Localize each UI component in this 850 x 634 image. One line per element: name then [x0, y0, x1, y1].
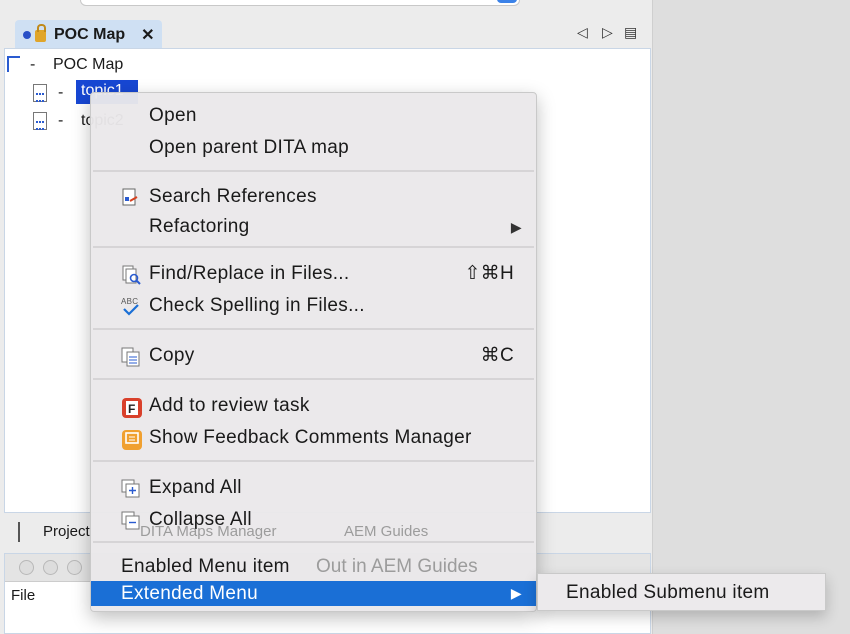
map-tree-icon [7, 56, 20, 72]
menu-item-expand-all[interactable]: Expand All [91, 474, 536, 502]
tree-dash: - [58, 84, 64, 101]
menu-separator [93, 246, 534, 248]
tab-project[interactable]: Project [43, 523, 90, 540]
menu-separator [93, 460, 534, 462]
search-field[interactable] [80, 0, 520, 6]
lock-icon [35, 24, 46, 42]
submenu-arrow-icon: ▶ [510, 219, 522, 235]
menu-label: Enabled Menu item [121, 556, 290, 577]
menu-separator [93, 378, 534, 380]
search-references-icon [121, 188, 141, 208]
shortcut: ⇧⌘H [464, 263, 514, 284]
window-button[interactable] [67, 560, 82, 575]
collapse-all-icon [121, 511, 141, 531]
tree-dash: - [58, 112, 64, 129]
menu-label: Find/Replace in Files... [149, 263, 350, 284]
menu-item-copy[interactable]: Copy ⌘C [91, 342, 536, 370]
menu-item-refactoring[interactable]: Refactoring ▶ [91, 213, 536, 241]
close-icon[interactable]: ✕ [141, 25, 154, 45]
context-menu: Open Open parent DITA map Search Referen… [90, 92, 537, 612]
menu-separator [93, 328, 534, 330]
tree-dash: - [30, 56, 36, 73]
submenu-arrow-icon: ▶ [510, 585, 522, 601]
menu-label: Show Feedback Comments Manager [149, 427, 472, 448]
menu-item-open-parent-dita-map[interactable]: Open parent DITA map [91, 134, 536, 162]
next-icon[interactable]: ▷ [602, 24, 613, 41]
tree-root[interactable]: POC Map [53, 56, 123, 74]
svg-text:F: F [128, 402, 136, 416]
file-column-header: File [11, 587, 36, 604]
review-task-icon: F [121, 397, 142, 418]
menu-item-extended-menu[interactable]: Extended Menu ▶ [91, 581, 536, 606]
shortcut: ⌘C [480, 345, 514, 366]
menu-item-open[interactable]: Open [91, 102, 536, 130]
menu-label: Open parent DITA map [149, 137, 349, 158]
view-menu-icon[interactable]: ▤ [624, 24, 637, 41]
svg-text:ABC: ABC [121, 297, 138, 306]
menu-separator [93, 170, 534, 172]
tab-title: POC Map [54, 25, 126, 43]
copy-icon [121, 347, 141, 367]
search-field-button[interactable] [497, 0, 517, 3]
menu-separator [93, 541, 534, 543]
feedback-comments-icon [121, 429, 142, 450]
window-button[interactable] [19, 560, 34, 575]
tab-poc-map[interactable]: POC Map ✕ [15, 20, 162, 49]
modified-dot-icon [23, 30, 31, 39]
topic-icon [33, 112, 47, 130]
project-icon [18, 522, 36, 542]
find-replace-icon [121, 265, 141, 285]
menu-item-enabled-menu-item[interactable]: Enabled Menu item [91, 553, 536, 581]
menu-label: Expand All [149, 477, 242, 498]
menu-label: Check Spelling in Files... [149, 295, 365, 316]
submenu-item-enabled-submenu-item[interactable]: Enabled Submenu item [566, 582, 770, 603]
menu-item-find-replace[interactable]: Find/Replace in Files... ⇧⌘H [91, 260, 536, 288]
topic-icon [33, 84, 47, 102]
window-button[interactable] [43, 560, 58, 575]
expand-all-icon [121, 479, 141, 499]
menu-label: Add to review task [149, 395, 310, 416]
right-background [652, 0, 850, 634]
previous-icon[interactable]: ◁ [577, 24, 588, 41]
menu-item-add-to-review-task[interactable]: F Add to review task [91, 392, 536, 420]
menu-item-collapse-all[interactable]: Collapse All [91, 506, 536, 534]
menu-label: Refactoring [149, 216, 250, 237]
spellcheck-icon: ABC [121, 297, 141, 317]
menu-label: Search References [149, 186, 317, 207]
menu-item-show-feedback-comments-manager[interactable]: Show Feedback Comments Manager [91, 424, 536, 452]
menu-label: Extended Menu [121, 583, 258, 604]
menu-item-check-spelling[interactable]: ABC Check Spelling in Files... [91, 292, 536, 320]
menu-label: Collapse All [149, 509, 252, 530]
menu-label: Open [149, 105, 197, 126]
menu-item-search-references[interactable]: Search References [91, 183, 536, 211]
menu-label: Copy [149, 345, 195, 366]
submenu: Enabled Submenu item [537, 573, 826, 611]
